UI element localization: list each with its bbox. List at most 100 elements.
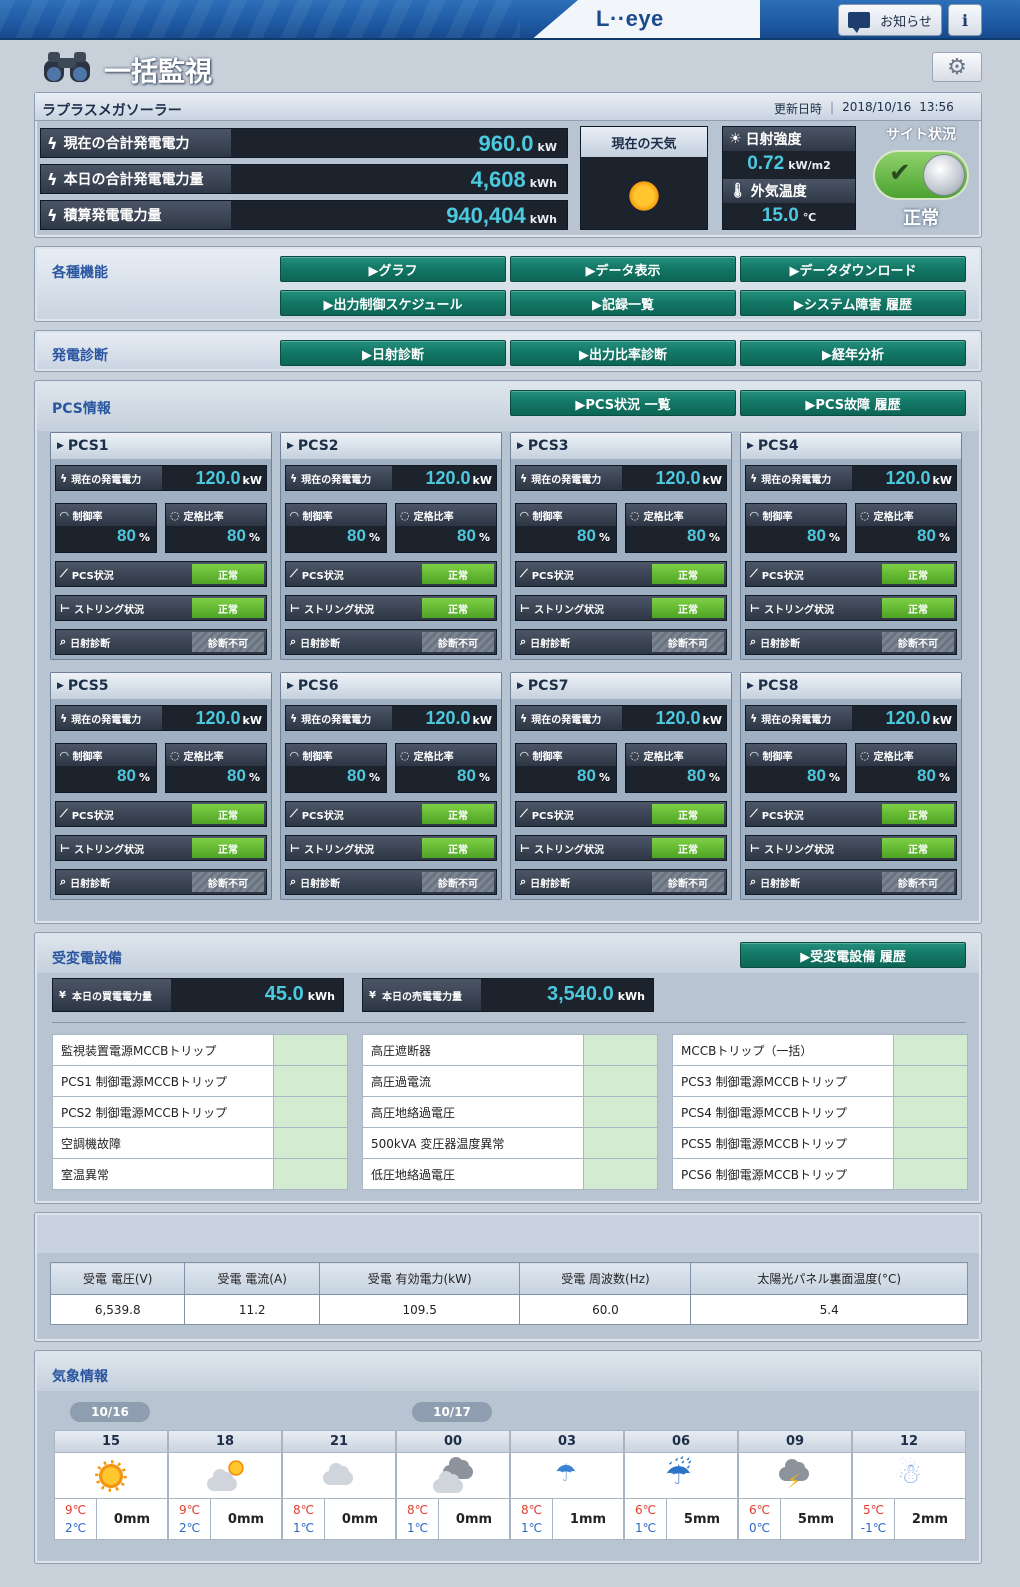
pcs-card[interactable]: ▶ PCS8 ϟ 現在の発電電力 120.0 kW ◠ 制御率 80% ◌ 定格比率 80% ⟋ PCS状… (740, 672, 962, 900)
string-status-label: ストリング状況 (304, 604, 375, 616)
info-button[interactable]: i (948, 4, 982, 36)
sun-outline-icon: ☀ (729, 131, 742, 147)
pcs-card[interactable]: ▶ PCS3 ϟ 現在の発電電力 120.0 kW ◠ 制御率 80% ◌ 定格比率 80% ⟋ PCS状… (510, 432, 732, 660)
pcs-card[interactable]: ▶ PCS2 ϟ 現在の発電電力 120.0 kW ◠ 制御率 80% ◌ 定格比率 80% ⟋ PCS状… (280, 432, 502, 660)
pcs-card[interactable]: ▶ PCS4 ϟ 現在の発電電力 120.0 kW ◠ 制御率 80% ◌ 定格比率 80% ⟋ PCS状… (740, 432, 962, 660)
forecast-rainfall: 5mm (797, 1511, 835, 1527)
pcs-status-label: PCS状況 (531, 810, 574, 822)
switch-icon: ⟋ (290, 567, 298, 580)
gauge-icon: ◠ (290, 748, 299, 762)
pcs-card[interactable]: ▶ PCS7 ϟ 現在の発電電力 120.0 kW ◠ 制御率 80% ◌ 定格比率 80% ⟋ PCS状… (510, 672, 732, 900)
switch-icon: ⟋ (520, 807, 528, 820)
yen-icon: ¥ (369, 989, 376, 1001)
metric-unit: kW (537, 141, 557, 154)
triangle-icon: ▶ (517, 681, 524, 691)
pcs-failure-history-button[interactable]: ▶PCS故障 履歴 (740, 390, 966, 416)
string-status-label: ストリング状況 (764, 844, 835, 856)
thunder-icon: ⚡ (739, 1453, 851, 1499)
substation-history-button[interactable]: ▶受変電設備 履歴 (740, 942, 966, 968)
sold-energy-value: 3,540.0 (546, 983, 614, 1005)
irradiance-diagnosis-button[interactable]: ▶日射診断 (280, 340, 506, 366)
pcs-power-row: ϟ 現在の発電電力 120.0 kW (745, 465, 957, 491)
output-schedule-button[interactable]: ▶出力制御スケジュール (280, 290, 506, 316)
lightning-icon: ϟ (290, 711, 298, 725)
pcs-card-header[interactable]: ▶ PCS1 (51, 433, 271, 459)
pcs-power-row: ϟ 現在の発電電力 120.0 kW (285, 705, 497, 731)
forecast-hour: 00 (397, 1431, 509, 1453)
temperature-unit: ℃ (802, 211, 817, 224)
pcs-card-header[interactable]: ▶ PCS6 (281, 673, 501, 699)
forecast-hour: 12 (853, 1431, 965, 1453)
percent-unit: % (598, 531, 610, 544)
system-failure-history-button[interactable]: ▶システム障害 履歴 (740, 290, 966, 316)
divider (52, 1022, 966, 1023)
cloud-icon (283, 1453, 395, 1499)
string-tree-icon: ⊢ (750, 601, 761, 615)
toggle-knob (923, 154, 965, 196)
record-list-button[interactable]: ▶記録一覧 (510, 290, 736, 316)
pcs-card[interactable]: ▶ PCS1 ϟ 現在の発電電力 120.0 kW ◠ 制御率 80% ◌ 定格比率 80% ⟋ PCS状… (50, 432, 272, 660)
notice-button[interactable]: お知らせ (838, 4, 942, 36)
pcs-card-header[interactable]: ▶ PCS7 (511, 673, 731, 699)
pcs-power-label: 現在の発電電力 (301, 714, 372, 726)
lightning-icon: ϟ (60, 471, 68, 485)
string-status-row: ⊢ ストリング状況 正常 (515, 595, 727, 621)
pcs-card-header[interactable]: ▶ PCS4 (741, 433, 961, 459)
pcs-card[interactable]: ▶ PCS5 ϟ 現在の発電電力 120.0 kW ◠ 制御率 80% ◌ 定格比率 80% ⟋ PCS状… (50, 672, 272, 900)
pcs-status-badge: 正常 (652, 804, 724, 824)
graph-button[interactable]: ▶グラフ (280, 256, 506, 282)
pcs-card-header[interactable]: ▶ PCS2 (281, 433, 501, 459)
sun-icon (627, 179, 661, 213)
alarm-label: 監視装置電源MCCBトリップ (52, 1034, 274, 1066)
current-weather-box: 現在の天気 (580, 126, 708, 230)
pcs-power-row: ϟ 現在の発電電力 120.0 kW (515, 465, 727, 491)
forecast-high-temp: 5℃ (862, 1503, 885, 1517)
string-status-badge: 正常 (192, 838, 264, 858)
lightning-icon: ϟ (47, 169, 58, 189)
rated-ratio-box: ◌ 定格比率 80% (165, 503, 267, 553)
pcs-card-header[interactable]: ▶ PCS5 (51, 673, 271, 699)
site-status-toggle: ✔ (873, 150, 969, 200)
pcs-status-badge: 正常 (652, 564, 724, 584)
forecast-rainfall: 5mm (683, 1511, 721, 1527)
binoculars-icon (44, 52, 90, 82)
rated-ratio-box: ◌ 定格比率 80% (625, 743, 727, 793)
rated-ratio-box: ◌ 定格比率 80% (395, 503, 497, 553)
pcs-status-list-button[interactable]: ▶PCS状況 一覧 (510, 390, 736, 416)
header-decoration (0, 0, 520, 38)
switch-icon: ⟋ (520, 567, 528, 580)
data-download-button[interactable]: ▶データダウンロード (740, 256, 966, 282)
pcs-label: PCS情報 (52, 401, 111, 417)
pcs-card-header[interactable]: ▶ PCS3 (511, 433, 731, 459)
rated-ratio-value: 80 (687, 526, 706, 545)
settings-button[interactable]: ⚙ (932, 52, 982, 82)
umbrella-icon: ☔ (625, 1453, 737, 1499)
pcs-power-value: 120.0 (195, 708, 241, 728)
alarm-row: 高圧遮断器 (362, 1034, 658, 1066)
output-ratio-diagnosis-button[interactable]: ▶出力比率診断 (510, 340, 736, 366)
sold-energy-label: 本日の売電電力量 (381, 991, 462, 1003)
pcs-power-row: ϟ 現在の発電電力 120.0 kW (55, 705, 267, 731)
pcs-card[interactable]: ▶ PCS6 ϟ 現在の発電電力 120.0 kW ◠ 制御率 80% ◌ 定格比率 80% ⟋ PCS状… (280, 672, 502, 900)
functions-label: 各種機能 (52, 265, 108, 281)
pcs-card-header[interactable]: ▶ PCS8 (741, 673, 961, 699)
forecast-rainfall: 0mm (455, 1511, 493, 1527)
string-status-label: ストリング状況 (764, 604, 835, 616)
forecast-slot: 03 ☂ 8℃ 1℃ 1mm (510, 1430, 624, 1540)
alarm-indicator (893, 1065, 968, 1097)
site-status-label: サイト状況 (886, 127, 956, 143)
diagnosis-label: 発電診断 (52, 348, 108, 364)
control-rate-value: 80 (577, 766, 596, 785)
irradiance-diagnosis-badge: 診断不可 (882, 632, 954, 652)
forecast-slot: 09 ⚡ 6℃ 0℃ 5mm (738, 1430, 852, 1540)
updated-date: 2018/10/16 (842, 100, 912, 114)
alarm-indicator (893, 1034, 968, 1066)
thermometer-icon: 🌡 (729, 183, 747, 199)
data-display-button[interactable]: ▶データ表示 (510, 256, 736, 282)
pcs-status-badge: 正常 (882, 564, 954, 584)
pcs-name: PCS7 (527, 678, 569, 694)
aging-analysis-button[interactable]: ▶経年分析 (740, 340, 966, 366)
irradiance-diagnosis-row: ⌕ 日射診断 診断不可 (285, 629, 497, 655)
string-status-row: ⊢ ストリング状況 正常 (745, 835, 957, 861)
string-status-row: ⊢ ストリング状況 正常 (285, 595, 497, 621)
